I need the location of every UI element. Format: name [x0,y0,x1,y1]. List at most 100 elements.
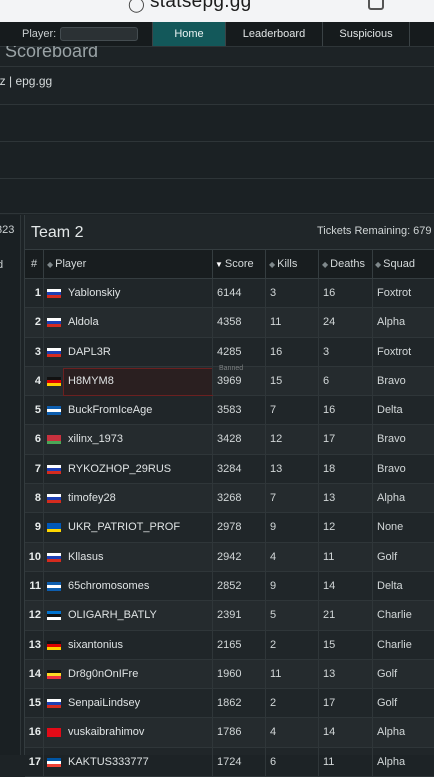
rank-cell: 15 [28,697,41,710]
col-rank[interactable]: # [31,250,37,278]
deaths-cell: 17 [323,697,336,710]
tabs-icon[interactable] [368,0,384,10]
player-name-link[interactable]: UKR_PATRIOT_PROF [68,513,180,541]
squad-cell: Golf [377,667,398,680]
rank-cell: 9 [34,521,41,534]
country-flag-icon [47,523,61,533]
player-name-link[interactable]: Kllasus [68,543,103,571]
squad-cell: Alpha [377,726,406,739]
nav-more[interactable] [409,22,434,46]
player-search-input[interactable] [60,27,138,41]
table-row[interactable]: 6 xilinx_1973 3428 12 17 Bravo [25,425,434,455]
table-header: # ◆ Player ▼ Score ◆ Kills ◆ Deaths ◆ Squad [25,250,434,279]
rank-cell: 10 [28,550,41,563]
squad-cell: Golf [377,697,398,710]
score-cell: 3268 [217,492,242,505]
rank-cell: 7 [34,462,41,475]
table-row[interactable]: 2 Aldola 4358 11 24 Alpha [25,308,434,338]
deaths-cell: 15 [323,638,336,651]
table-row[interactable]: 3 DAPL3R 4285 16 3 Foxtrot [25,337,434,367]
country-flag-icon [47,699,61,709]
score-cell: 6144 [217,287,242,299]
table-row[interactable]: 5 BuckFromIceAge 3583 7 16 Delta [25,396,434,426]
player-name-link[interactable]: Yablonskiy [68,279,120,307]
tickets-remaining: Tickets Remaining: 679 [317,225,432,237]
sort-icon: ◆ [47,260,54,269]
player-label: Player: [22,28,57,40]
table-row[interactable]: 17 KAKTUS333777 1724 6 11 Alpha [25,747,434,777]
player-name-link[interactable]: SenpaiLindsey [68,689,140,717]
col-kills[interactable]: ◆ Kills [269,250,297,278]
deaths-cell: 11 [323,755,335,768]
table-row[interactable]: 1 Yablonskiy 6144 3 16 Foxtrot [25,279,434,309]
col-score[interactable]: ▼ Score [215,250,254,278]
kills-cell: 7 [270,492,277,505]
player-name-link[interactable]: Dr8g0nOnIFre [68,660,138,688]
deaths-cell: 14 [323,579,336,592]
score-cell: 2852 [217,579,242,592]
nav-home[interactable]: Home [152,22,225,46]
table-row[interactable]: 13 sixantonius 2165 2 15 Charlie [25,630,434,660]
kills-cell: 15 [270,374,283,387]
player-name-link[interactable]: DAPL3R [68,338,111,366]
squad-cell: Delta [377,404,403,417]
squad-cell: None [377,521,404,534]
col-deaths[interactable]: ◆ Deaths [322,250,365,278]
player-name-link[interactable]: 65chromosomes [68,572,149,600]
url-text[interactable]: statsepg.gg [150,0,252,13]
player-name-link[interactable]: OLIGARH_BATLY [68,601,157,629]
player-name-link[interactable]: BuckFromIceAge [68,396,152,424]
country-flag-icon [47,318,61,328]
browser-url-bar[interactable]: ◯ statsepg.gg [0,0,434,22]
squad-cell: Golf [377,550,398,563]
player-table-body: 1 Yablonskiy 6144 3 16 Foxtrot 2 Aldola 4358 11 24… [25,279,434,777]
table-row[interactable]: 11 65chromosomes 2852 9 14 Delta [25,571,434,602]
player-name-link[interactable]: H8MYM8 [68,367,114,395]
table-row[interactable]: 12 OLIGARH_BATLY 2391 5 21 Charlie [25,601,434,631]
country-flag-icon [47,611,61,621]
player-name-link[interactable]: RYKOZHOP_29RUS [68,455,171,483]
player-name-link[interactable]: xilinx_1973 [68,425,123,453]
kills-cell: 4 [270,550,277,563]
country-flag-icon [47,581,61,591]
player-name-link[interactable]: Aldola [68,308,99,336]
table-row[interactable]: 16 vuskaibrahimov 1786 4 14 Alpha [25,718,434,748]
top-nav: Player: Home Leaderboard Suspicious [0,22,434,47]
col-player[interactable]: ◆ Player [47,250,86,278]
kills-cell: 7 [270,404,277,417]
player-name-link[interactable]: vuskaibrahimov [68,718,144,746]
score-cell: 2165 [217,638,242,651]
table-row[interactable]: 14 Dr8g0nOnIFre 1960 11 13 Golf [25,659,434,690]
rank-cell: 1 [34,287,41,299]
deaths-cell: 16 [323,287,336,299]
deaths-cell: 12 [323,521,336,534]
score-cell: 2942 [217,550,242,563]
deaths-cell: 13 [323,667,336,680]
site-info-icon[interactable]: ◯ [128,0,145,13]
table-row[interactable]: 8 timofey28 3268 7 13 Alpha [25,484,434,514]
player-name-link[interactable]: timofey28 [68,484,116,512]
col-squad[interactable]: ◆ Squad [375,250,415,278]
table-row[interactable]: 9 UKR_PATRIOT_PROF 2978 9 12 None [25,513,434,543]
info-panel-3 [0,179,434,214]
country-flag-icon [47,406,61,416]
table-row[interactable]: 7 RYKOZHOP_29RUS 3284 13 18 Bravo [25,454,434,485]
score-cell: 1960 [217,667,242,680]
player-name-link[interactable]: sixantonius [68,631,123,659]
rank-cell: 11 [29,579,41,592]
team1-header-fragment: d [0,259,4,271]
nav-leaderboard[interactable]: Leaderboard [225,22,322,46]
nav-suspicious[interactable]: Suspicious [322,22,409,46]
country-flag-icon [47,464,61,474]
kills-cell: 12 [270,433,283,446]
table-row[interactable]: Banned 4 H8MYM8 3969 15 6 Bravo [25,365,434,397]
country-flag-icon [47,640,61,650]
player-name-link[interactable]: KAKTUS333777 [68,748,149,776]
kills-cell: 13 [270,462,283,475]
table-row[interactable]: 15 SenpaiLindsey 1862 2 17 Golf [25,689,434,719]
kills-cell: 2 [270,697,277,710]
sort-icon: ◆ [269,260,276,269]
country-flag-icon [47,728,61,738]
table-row[interactable]: 10 Kllasus 2942 4 11 Golf [25,542,434,572]
rank-cell: 3 [34,345,41,358]
